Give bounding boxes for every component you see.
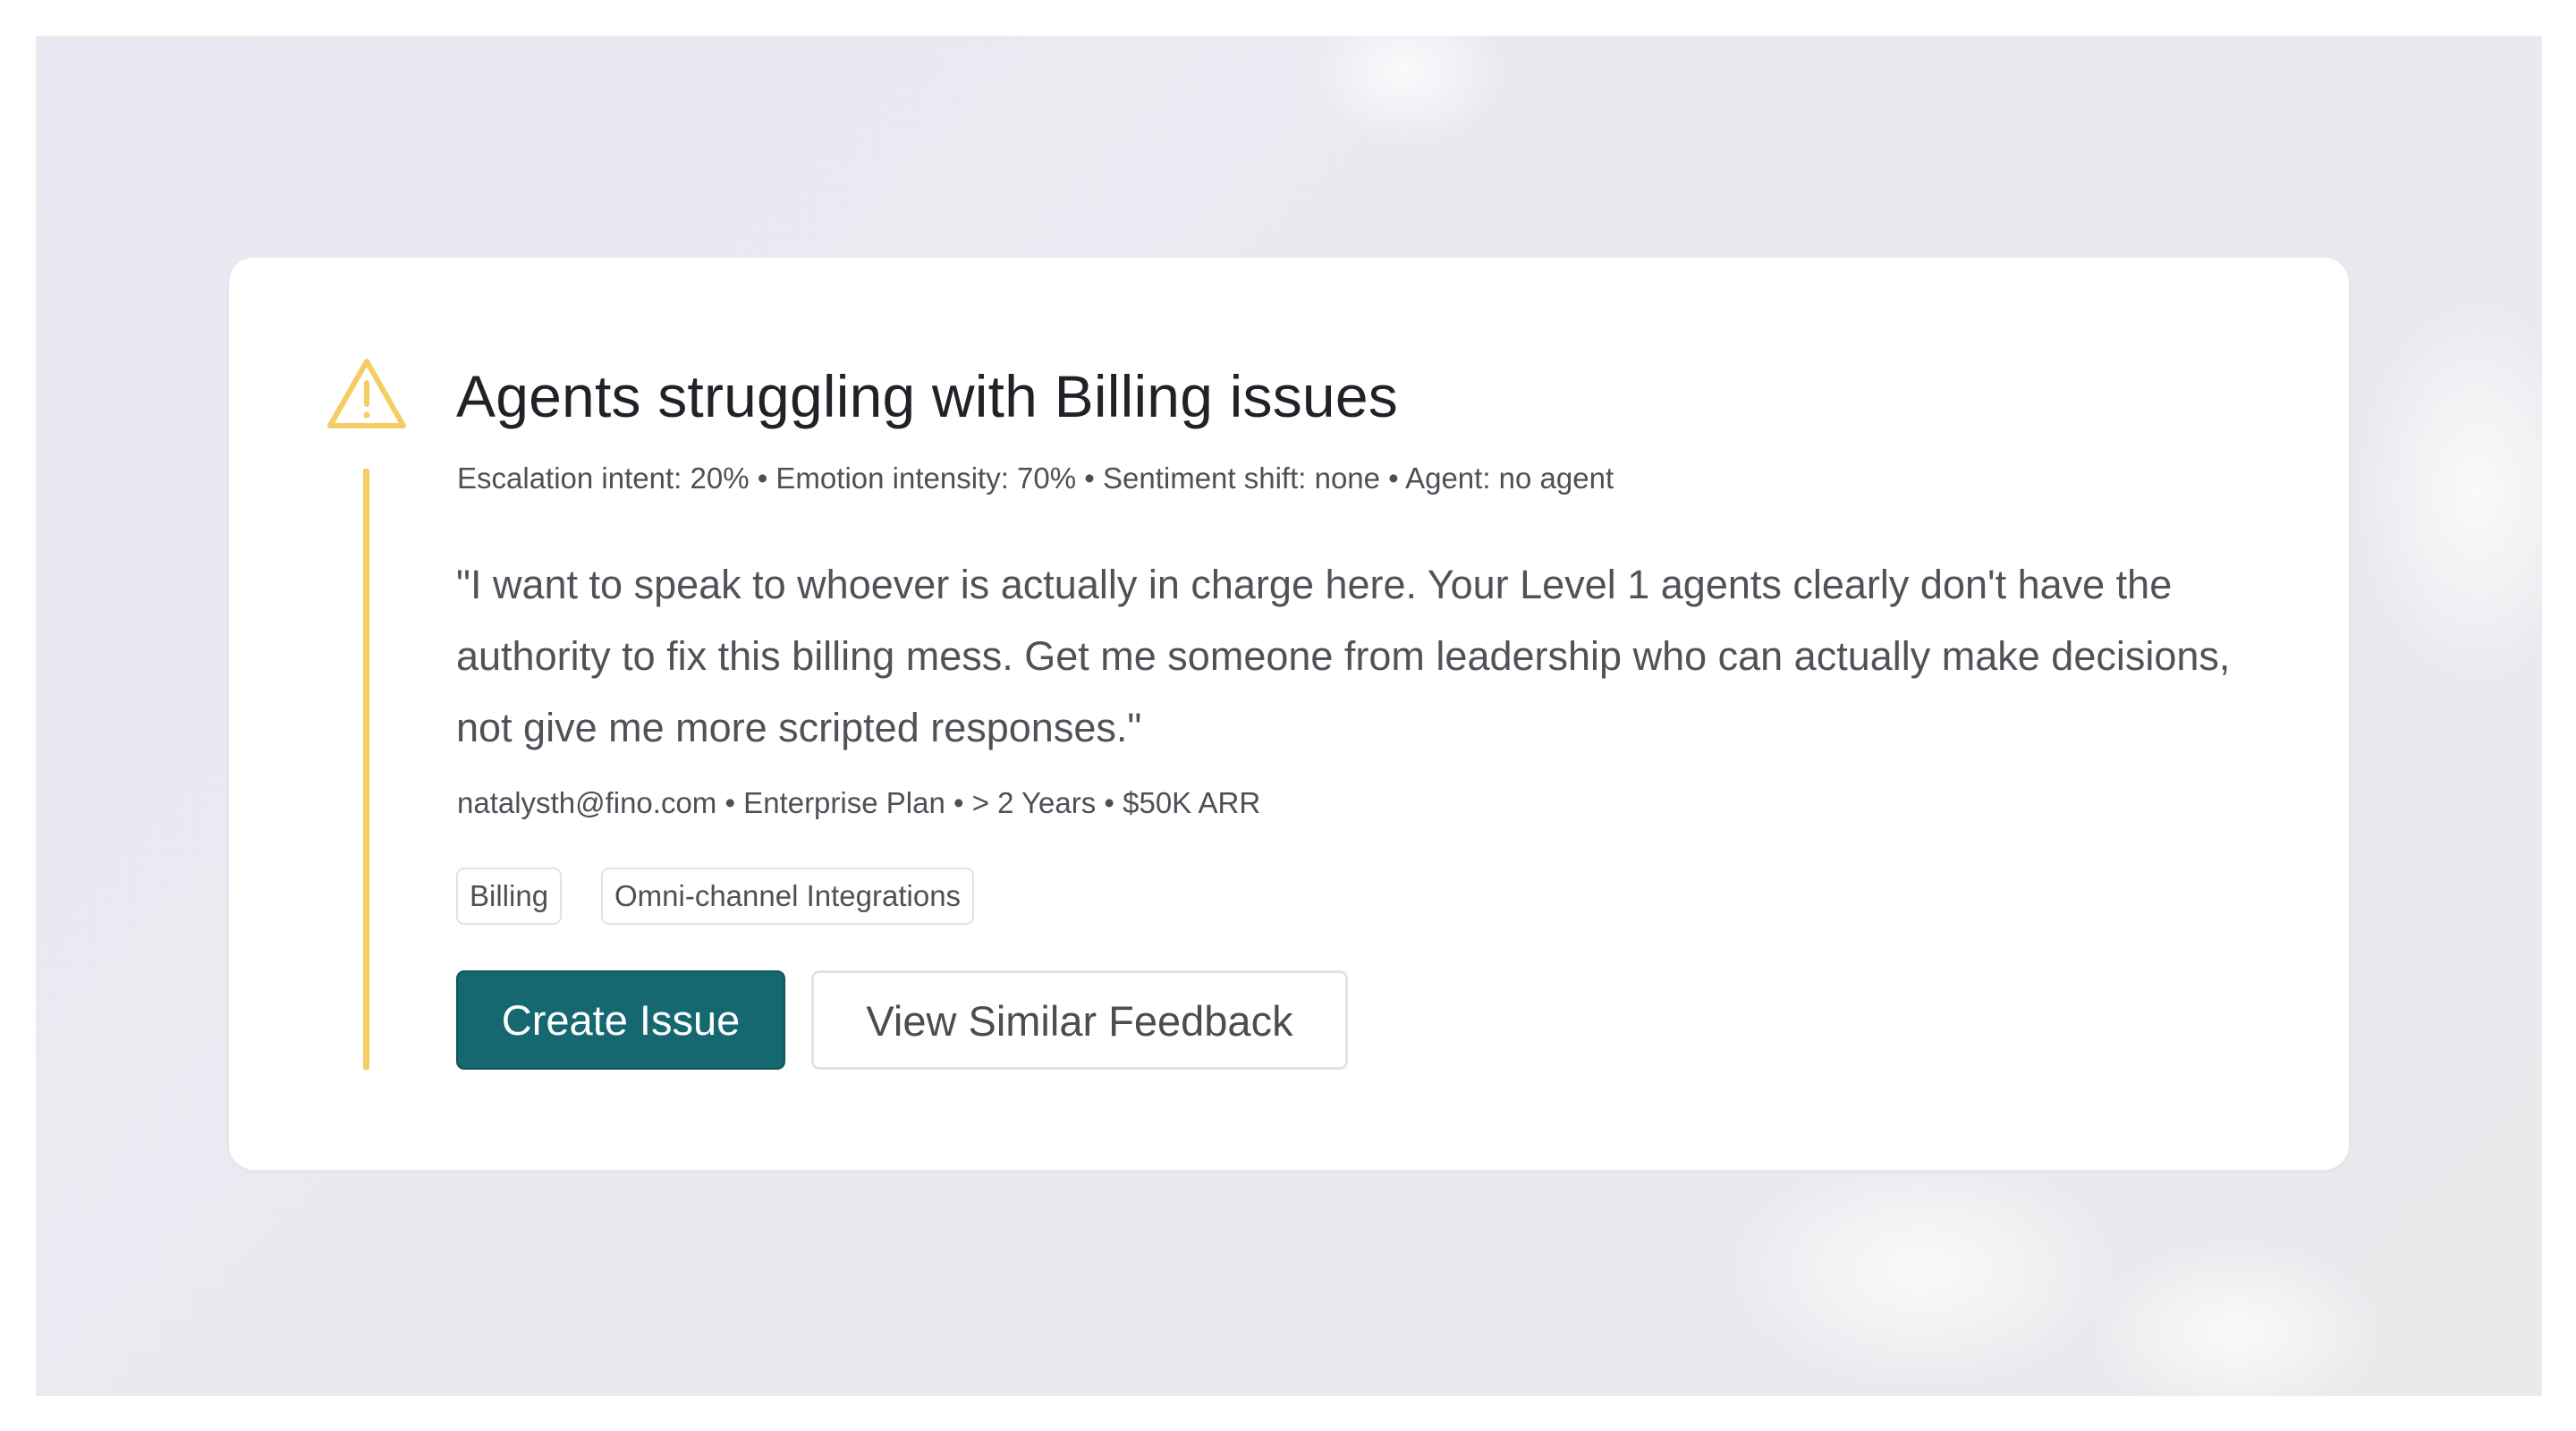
insight-metrics: Escalation intent: 20% • Emotion intensi… xyxy=(457,461,1614,495)
create-issue-button[interactable]: Create Issue xyxy=(456,970,785,1070)
customer-quote: "I want to speak to whoever is actually … xyxy=(456,562,2231,750)
tag-omni-channel-integrations[interactable]: Omni-channel Integrations xyxy=(601,868,975,925)
background-texture xyxy=(2361,304,2542,680)
background-texture xyxy=(2093,1243,2379,1396)
background-texture xyxy=(1306,36,1503,143)
warning-triangle-icon xyxy=(326,356,408,431)
view-similar-feedback-button[interactable]: View Similar Feedback xyxy=(811,970,1348,1070)
customer-details: natalysth@fino.com • Enterprise Plan • >… xyxy=(457,786,1261,819)
background-texture xyxy=(1735,1154,2111,1386)
insight-title: Agents struggling with Billing issues xyxy=(456,363,1398,429)
severity-accent-bar xyxy=(363,469,369,1070)
tag-billing[interactable]: Billing xyxy=(456,868,563,925)
